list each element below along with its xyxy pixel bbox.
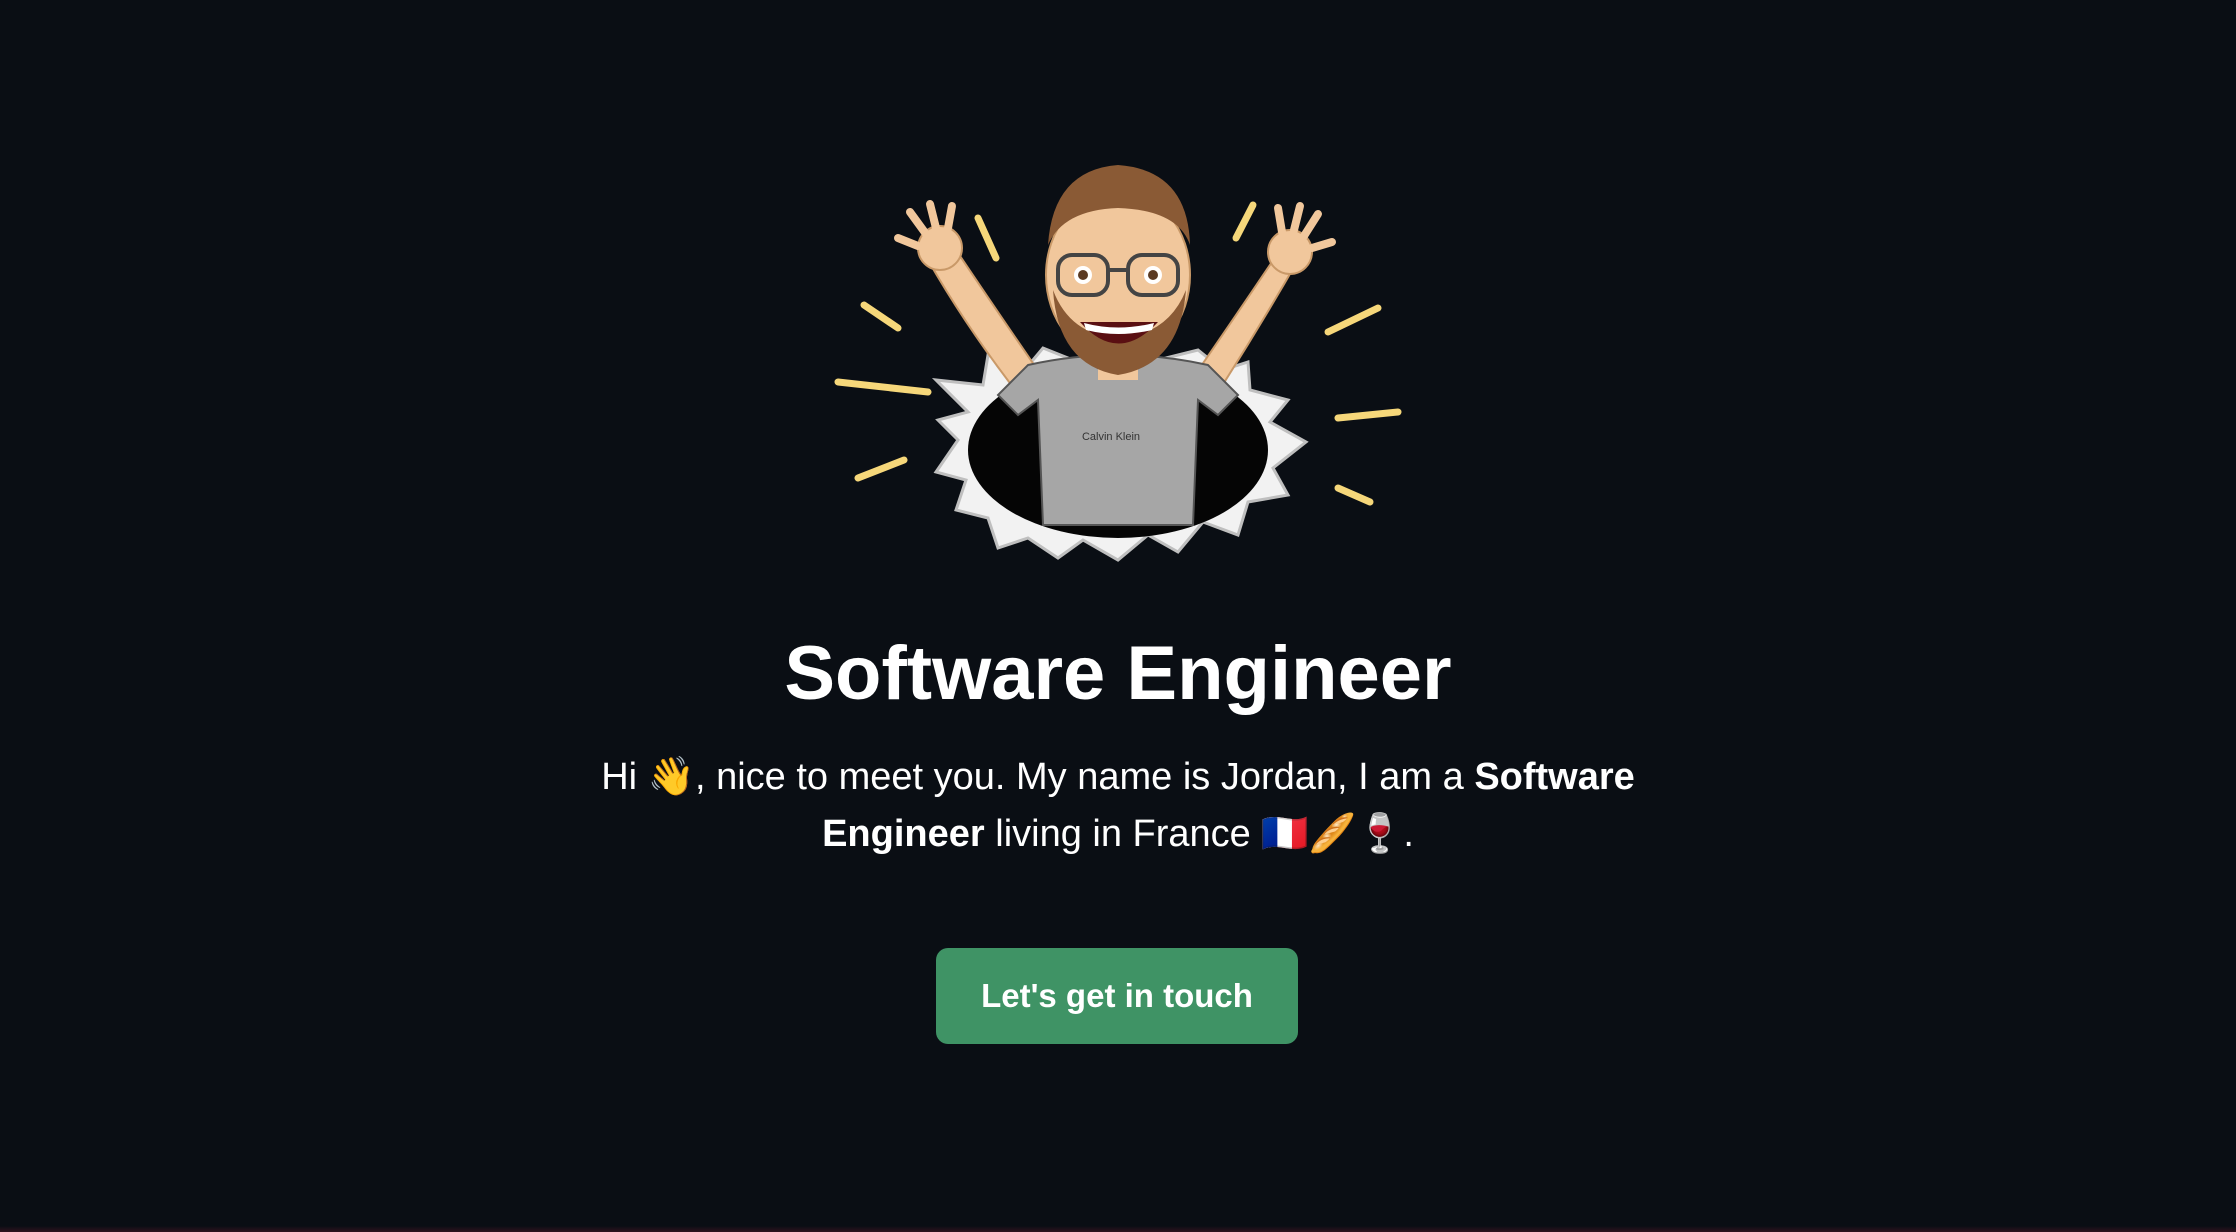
intro-part1: , nice to meet you. My name is Jordan, I… [694,756,1475,798]
bottom-glow [0,1226,2236,1232]
avatar-illustration: Calvin Klein [818,150,1418,620]
shirt-label: Calvin Klein [1082,431,1140,443]
page: Calvin Klein Software Engineer Hi 👋, nic… [0,0,2236,1232]
intro-text: Hi 👋, nice to meet you. My name is Jorda… [568,748,1668,862]
intro-end: . [1403,813,1414,855]
get-in-touch-button[interactable]: Let's get in touch [936,948,1298,1044]
avatar-icon: Calvin Klein [834,165,1402,562]
wave-icon: 👋 [647,754,695,798]
page-title: Software Engineer [784,631,1452,716]
wine-glass-icon: 🍷 [1356,811,1404,855]
france-flag-icon: 🇫🇷 [1261,811,1309,855]
baguette-icon: 🥖 [1308,811,1357,855]
intro-part2: living in France [984,813,1262,855]
intro-greeting: Hi [601,756,638,798]
